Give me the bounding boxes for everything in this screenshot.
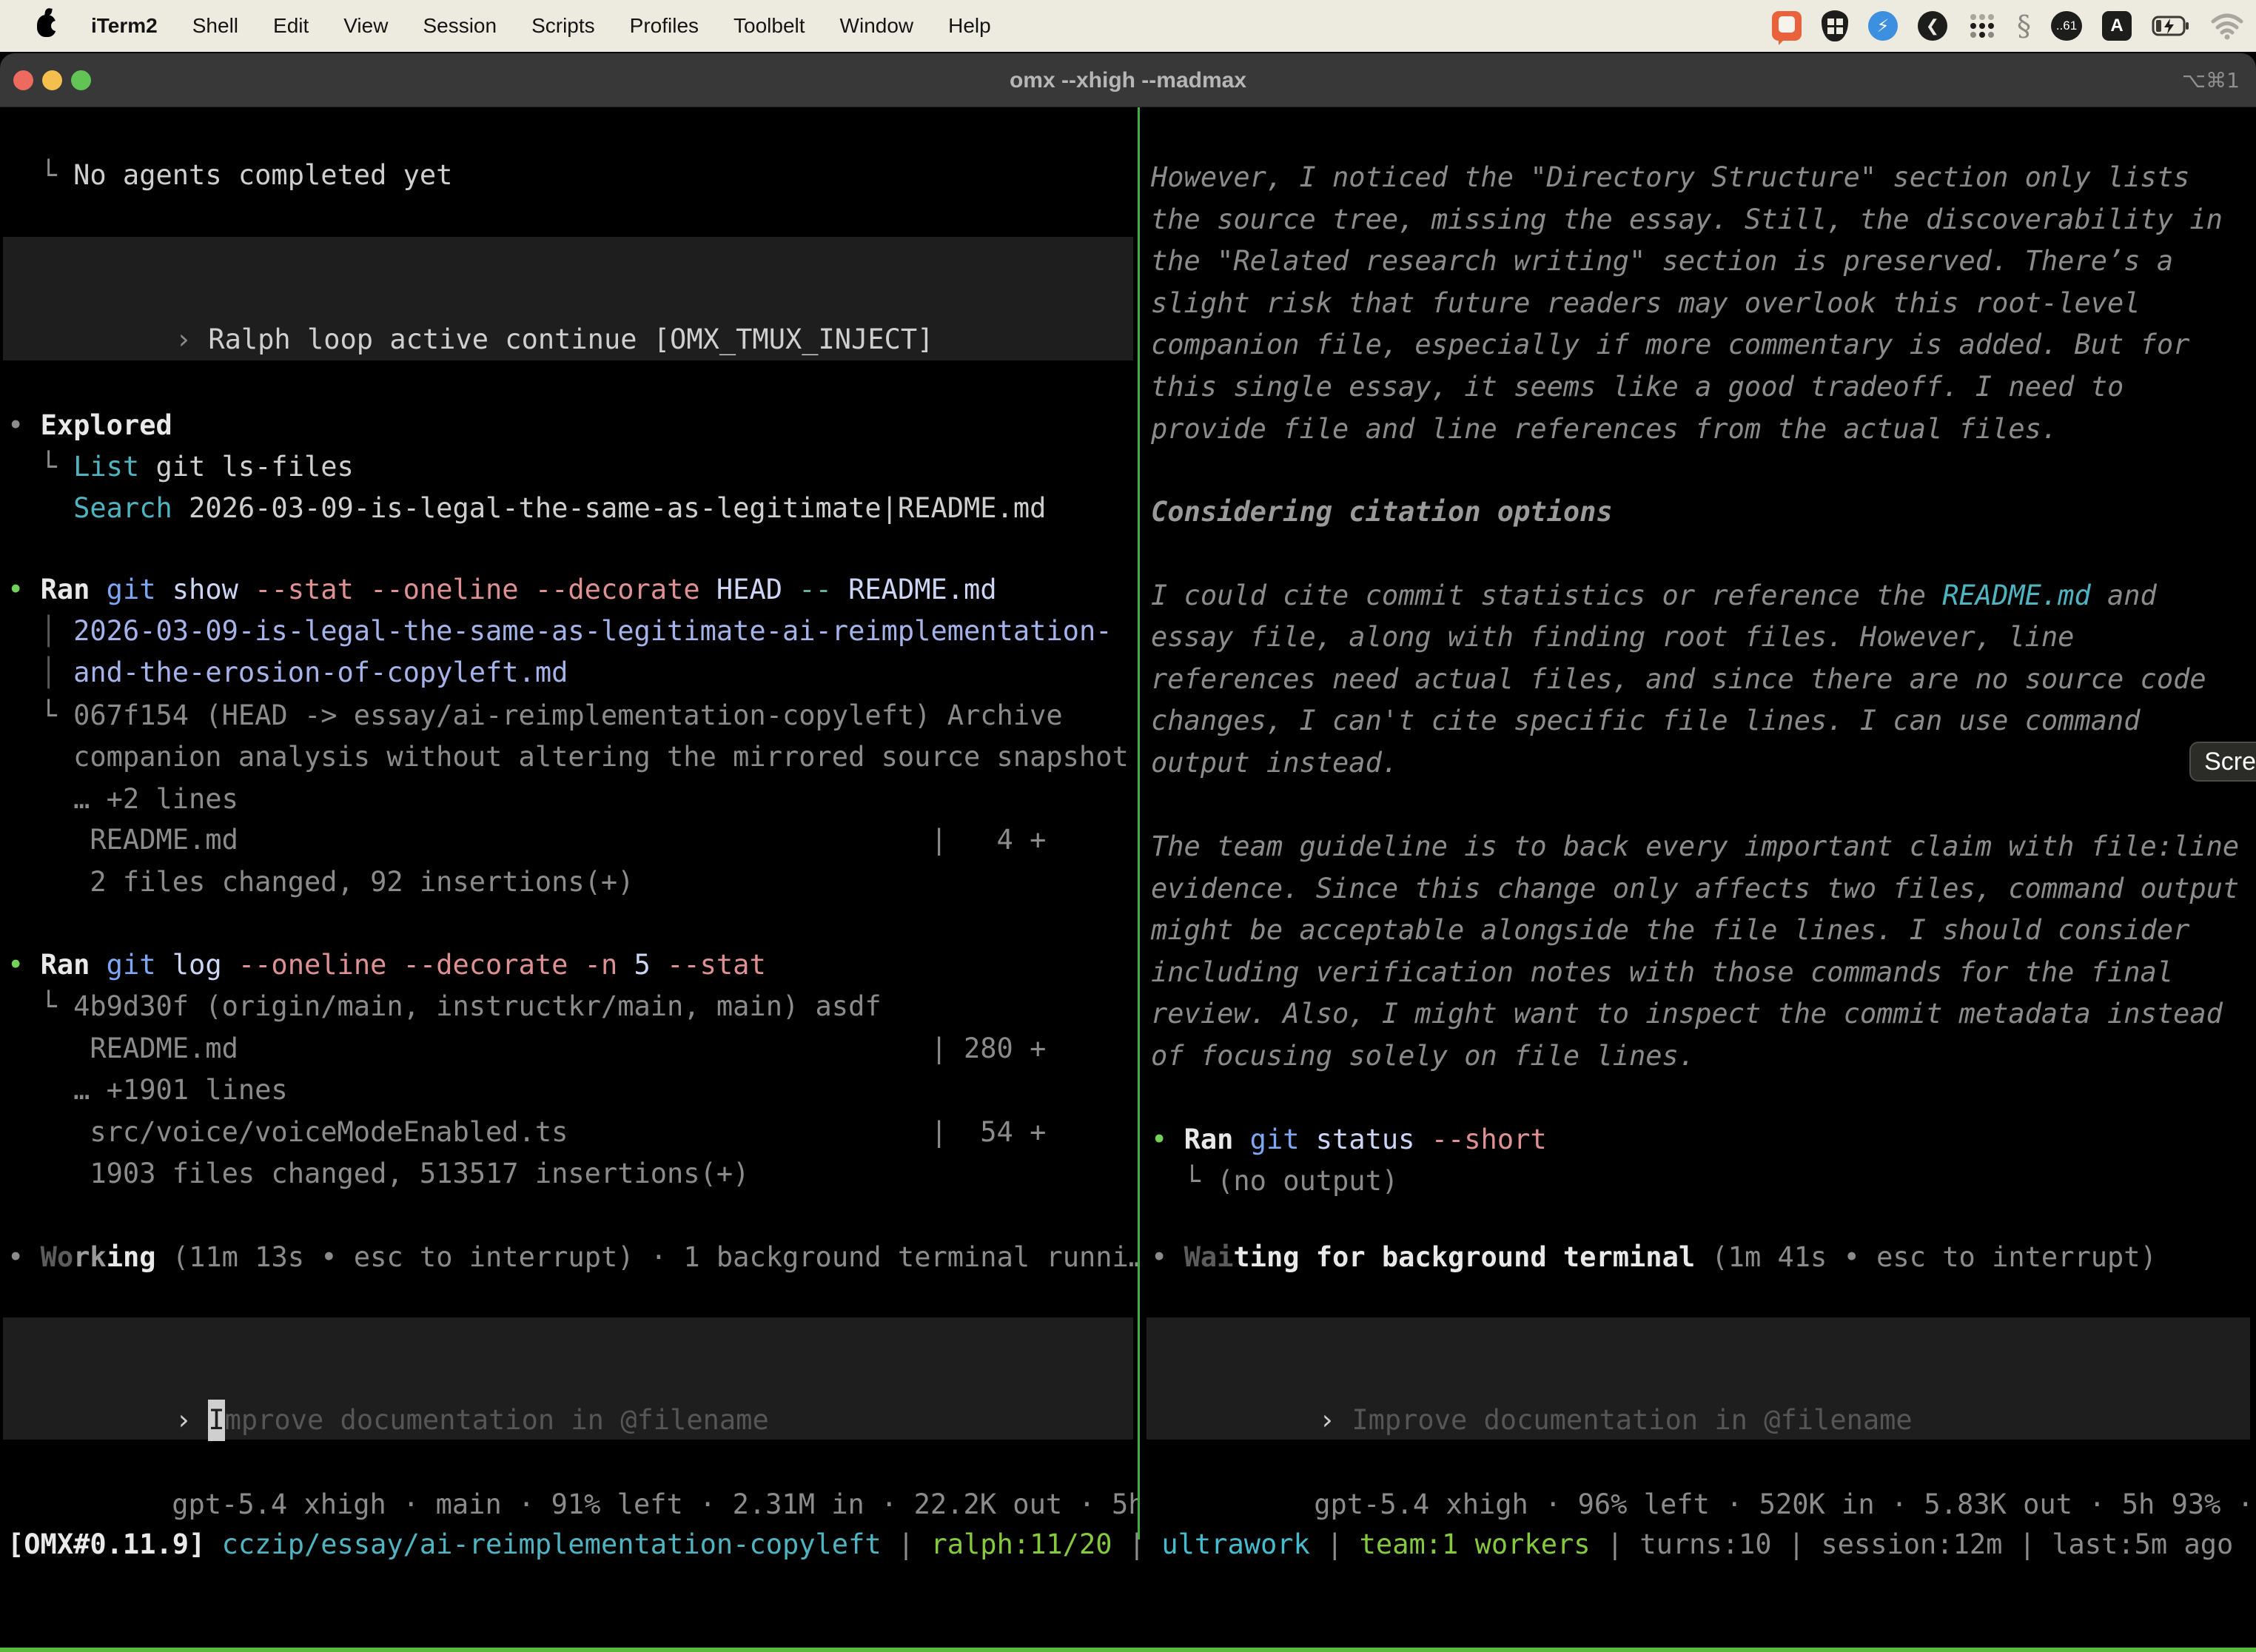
terminal-line: │ and-the-erosion-of-copyleft.md <box>7 652 568 694</box>
omx-bar-segment: [OMX#0.11.9] <box>7 1528 222 1560</box>
close-button[interactable] <box>13 70 33 90</box>
a-app-icon[interactable]: A <box>2102 11 2132 41</box>
squiggle-icon[interactable]: § <box>2017 10 2031 42</box>
ralph-inject-banner: › Ralph loop active continue [OMX_TMUX_I… <box>3 237 1133 360</box>
terminal-line: companion analysis without altering the … <box>7 736 1129 778</box>
terminal-line: the source tree, missing the essay. Stil… <box>1151 199 2223 241</box>
tmux-host-clock: "MacBook-Pro-44.local" 04:52 31-Mar-26 <box>1625 1648 2252 1652</box>
text-cursor: I <box>208 1400 224 1441</box>
menu-item-session[interactable]: Session <box>423 14 497 38</box>
terminal-line: including verification notes with those … <box>1151 952 2173 993</box>
minimize-button[interactable] <box>42 70 62 90</box>
omx-bar-segment: | turns:10 | session:12m | last:5m ago <box>1591 1528 2234 1560</box>
terminal-line: essay file, along with finding root file… <box>1151 617 2074 658</box>
terminal-line: • Ran git show --stat --oneline --decora… <box>7 569 997 611</box>
terminal-line: • Working (11m 13s • esc to interrupt) ·… <box>7 1237 1138 1278</box>
battery-icon[interactable] <box>2152 11 2190 41</box>
prompt-input-left[interactable]: › Improve documentation in @filename <box>3 1317 1133 1440</box>
terminal-line: However, I noticed the "Directory Struct… <box>1151 157 2189 198</box>
dots-grid-icon[interactable] <box>1967 11 1997 41</box>
window-title: omx --xhigh --madmax <box>1010 53 1246 107</box>
battery-61-icon[interactable]: ..61 <box>2051 11 2082 41</box>
tmux-session-label: [omx-cczip0:bash* <box>7 1648 288 1652</box>
chat-icon[interactable] <box>1772 11 1802 41</box>
terminal-area: › Ralph loop active continue [OMX_TMUX_I… <box>0 107 2256 1652</box>
tmux-status-bar[interactable]: [omx-cczip0:bash* "MacBook-Pro-44.local"… <box>0 1648 2256 1652</box>
ralph-inject-line: › Ralph loop active continue [OMX_TMUX_I… <box>10 278 933 402</box>
terminal-line: 2 files changed, 92 insertions(+) <box>7 862 634 903</box>
terminal-line: companion file, especially if more comme… <box>1151 324 2189 366</box>
wifi-icon[interactable] <box>2210 11 2244 41</box>
terminal-line: the "Related research writing" section i… <box>1151 241 2173 282</box>
terminal-line: output instead. <box>1151 742 1398 784</box>
kaleidoscope-icon[interactable]: ❮ <box>1918 11 1947 41</box>
omx-bar-segment: ralph:11/20 <box>930 1528 1112 1560</box>
omx-bar-segment: | <box>882 1528 931 1560</box>
screen-recording-tooltip[interactable]: Scre <box>2189 742 2256 782</box>
menu-item-window[interactable]: Window <box>840 14 914 38</box>
window-titlebar[interactable]: omx --xhigh --madmax ⌥⌘1 <box>0 53 2256 107</box>
terminal-line: 1903 files changed, 513517 insertions(+) <box>7 1153 749 1195</box>
terminal-line: … +2 lines <box>7 779 238 820</box>
terminal-line: └ (no output) <box>1151 1161 1398 1202</box>
terminal-line: • Ran git status --short <box>1151 1119 1547 1161</box>
right-terminal-pane[interactable]: However, I noticed the "Directory Struct… <box>1141 107 2256 1652</box>
menu-item-scripts[interactable]: Scripts <box>531 14 595 38</box>
menu-item-help[interactable]: Help <box>948 14 991 38</box>
terminal-line: I could cite commit statistics or refere… <box>1151 575 2157 617</box>
menu-item-profiles[interactable]: Profiles <box>630 14 699 38</box>
zoom-button[interactable] <box>71 70 91 90</box>
iterm-window: omx --xhigh --madmax ⌥⌘1 › Ralph loop ac… <box>0 53 2256 1652</box>
menu-item-toolbelt[interactable]: Toolbelt <box>733 14 805 38</box>
pane-divider[interactable] <box>1138 107 1140 1539</box>
shield-icon[interactable] <box>1822 10 1848 41</box>
terminal-line: evidence. Since this change only affects… <box>1151 868 2239 910</box>
terminal-line: The team guideline is to back every impo… <box>1151 826 2239 867</box>
menubar-status-icons: ⚡ ❮ § ..61 A <box>1772 10 2256 42</box>
omx-status-bar: [OMX#0.11.9] cczip/essay/ai-reimplementa… <box>7 1524 2233 1565</box>
menu-item-iterm2[interactable]: iTerm2 <box>91 14 158 38</box>
terminal-line: of focusing solely on file lines. <box>1151 1035 1695 1077</box>
terminal-line: README.md | 280 + <box>7 1028 1046 1070</box>
left-terminal-pane[interactable]: › Ralph loop active continue [OMX_TMUX_I… <box>0 107 1138 1652</box>
terminal-line: this single essay, it seems like a good … <box>1151 366 2124 408</box>
session-status-left: gpt-5.4 xhigh · main · 91% left · 2.31M … <box>40 1443 1138 1484</box>
terminal-line: … +1901 lines <box>7 1070 288 1111</box>
menu-bar: iTerm2 Shell Edit View Session Scripts Profile… <box>0 0 2256 52</box>
session-status-right: gpt-5.4 xhigh · 96% left · 520K in · 5.8… <box>1182 1443 2256 1484</box>
terminal-line: slight risk that future readers may over… <box>1151 283 2141 324</box>
terminal-line: might be acceptable alongside the file l… <box>1151 910 2189 951</box>
terminal-line: README.md | 4 + <box>7 819 1046 861</box>
omx-bar-segment: team:1 workers <box>1360 1528 1591 1560</box>
terminal-line: review. Also, I might want to inspect th… <box>1151 993 2223 1035</box>
terminal-line: src/voice/voiceModeEnabled.ts | 54 + <box>7 1112 1046 1153</box>
terminal-line: Search 2026-03-09-is-legal-the-same-as-l… <box>7 488 1046 529</box>
terminal-line: provide file and line references from th… <box>1151 409 2058 450</box>
terminal-line: • Ran git log --oneline --decorate -n 5 … <box>7 944 766 986</box>
menu-items: iTerm2 Shell Edit View Session Scripts Profile… <box>91 14 991 38</box>
terminal-line: │ 2026-03-09-is-legal-the-same-as-legiti… <box>7 611 1112 652</box>
terminal-line: └ 4b9d30f (origin/main, instructkr/main,… <box>7 986 882 1027</box>
terminal-line: └ 067f154 (HEAD -> essay/ai-reimplementa… <box>7 695 1063 736</box>
terminal-line: • Waiting for background terminal (1m 41… <box>1151 1237 2157 1278</box>
menu-item-view[interactable]: View <box>343 14 388 38</box>
omx-bar-segment: cczip/essay/ai-reimplementation-copyleft <box>222 1528 882 1560</box>
window-shortcut-badge: ⌥⌘1 <box>2182 53 2240 107</box>
apple-menu-icon[interactable] <box>37 15 56 37</box>
omx-bar-segment: | <box>1310 1528 1360 1560</box>
menu-item-edit[interactable]: Edit <box>273 14 309 38</box>
terminal-line: └ List git ls-files <box>7 446 354 488</box>
menu-item-shell[interactable]: Shell <box>192 14 238 38</box>
terminal-line: Considering citation options <box>1151 491 1613 533</box>
terminal-line: • Explored <box>7 405 172 446</box>
prompt-input-right[interactable]: › Improve documentation in @filename <box>1147 1317 2250 1440</box>
terminal-line: references need actual files, and since … <box>1151 659 2206 700</box>
omx-bar-segment: ultrawork <box>1161 1528 1309 1560</box>
blue-badge-icon[interactable]: ⚡ <box>1868 11 1898 41</box>
omx-bar-segment: | <box>1112 1528 1162 1560</box>
terminal-line: changes, I can't cite specific file line… <box>1151 700 2141 742</box>
terminal-line: └ No agents completed yet <box>7 155 452 196</box>
